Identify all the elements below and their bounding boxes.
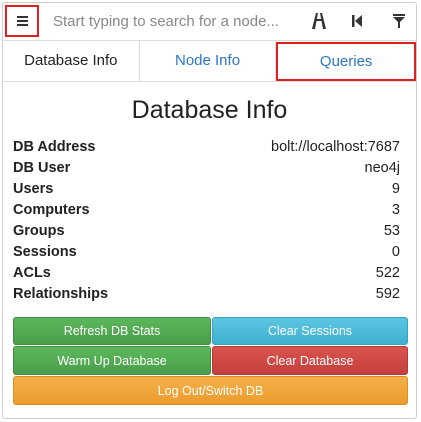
info-key: ACLs <box>13 265 51 281</box>
search-bar <box>3 3 416 41</box>
info-row-sessions: Sessions 0 <box>13 242 400 263</box>
warm-up-database-button[interactable]: Warm Up Database <box>13 346 211 375</box>
search-input[interactable] <box>47 9 309 33</box>
info-row-db-address: DB Address bolt://localhost:7687 <box>13 137 400 158</box>
info-value: 3 <box>391 202 400 218</box>
info-key: DB User <box>13 160 71 176</box>
info-key: Relationships <box>13 286 109 302</box>
info-key: Groups <box>13 223 65 239</box>
clear-sessions-button[interactable]: Clear Sessions <box>212 317 408 345</box>
tab-database-info[interactable]: Database Info <box>3 40 140 81</box>
info-value: 592 <box>375 286 400 302</box>
info-row-users: Users 9 <box>13 179 400 200</box>
info-row-computers: Computers 3 <box>13 200 400 221</box>
info-row-db-user: DB User neo4j <box>13 158 400 179</box>
info-row-acls: ACLs 522 <box>13 263 400 284</box>
info-value: neo4j <box>364 160 400 176</box>
tab-bar: Database Info Node Info Queries <box>3 40 417 82</box>
info-value: 9 <box>391 181 400 197</box>
tab-node-info[interactable]: Node Info <box>140 40 277 81</box>
info-key: DB Address <box>13 139 96 155</box>
back-icon[interactable] <box>347 11 367 31</box>
info-value: 522 <box>375 265 400 281</box>
filter-icon[interactable] <box>389 11 409 31</box>
clear-database-button[interactable]: Clear Database <box>212 346 408 375</box>
info-key: Sessions <box>13 244 77 260</box>
page-title: Database Info <box>131 96 288 124</box>
info-key: Computers <box>13 202 90 218</box>
database-info-panel: Database Info Node Info Queries Database… <box>2 2 417 419</box>
info-key: Users <box>13 181 54 197</box>
path-icon[interactable] <box>309 11 329 31</box>
info-value: 53 <box>383 223 400 239</box>
info-value: 0 <box>391 244 400 260</box>
tab-queries[interactable]: Queries <box>276 42 417 81</box>
db-info-table: DB Address bolt://localhost:7687 DB User… <box>13 137 400 305</box>
refresh-db-stats-button[interactable]: Refresh DB Stats <box>13 317 211 345</box>
logout-switch-db-button[interactable]: Log Out/Switch DB <box>13 376 408 405</box>
info-row-relationships: Relationships 592 <box>13 284 400 305</box>
info-row-groups: Groups 53 <box>13 221 400 242</box>
menu-icon <box>16 16 28 26</box>
info-value: bolt://localhost:7687 <box>271 139 400 155</box>
menu-button[interactable] <box>5 5 39 37</box>
